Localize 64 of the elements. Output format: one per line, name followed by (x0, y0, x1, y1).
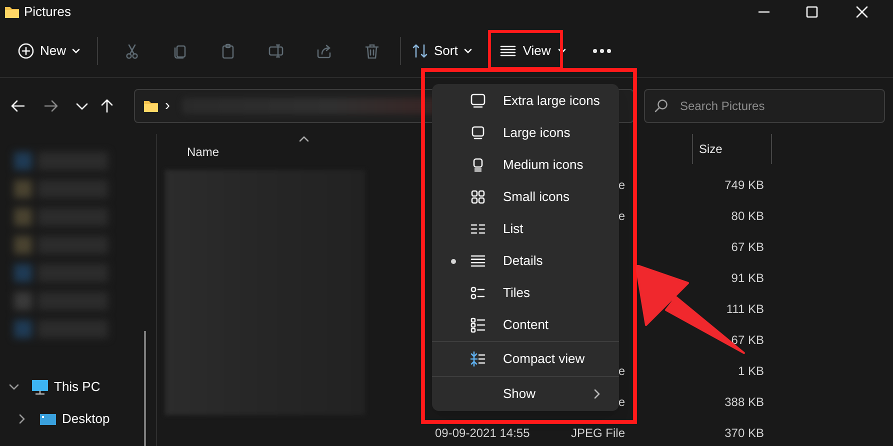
size-cell-text: 388 KB (724, 394, 764, 410)
back-icon (10, 98, 26, 114)
content-icon (470, 317, 486, 333)
folder-icon (143, 98, 159, 114)
menu-item[interactable]: Show (436, 377, 615, 411)
new-button[interactable]: New (15, 34, 84, 66)
menu-item[interactable]: Medium icons (436, 149, 615, 181)
caret-icon (558, 48, 566, 54)
type-cell-text: e (618, 362, 625, 380)
lines-icon (470, 253, 486, 269)
caret-icon (72, 48, 80, 54)
size-cell-text: 370 KB (724, 424, 764, 442)
search-icon (654, 99, 668, 113)
date-cell: 09-09-2021 14:55 (435, 426, 530, 440)
size-cell-text: 67 KB (731, 238, 764, 256)
type-cell-text: e (618, 394, 625, 410)
monitor-icon (31, 379, 49, 395)
type-cell-text: JPEG File (570, 424, 625, 442)
more-icon (592, 48, 611, 52)
menu-item[interactable]: Content (436, 309, 615, 341)
tiles-icon (470, 285, 486, 301)
column-header[interactable]: Name (157, 140, 429, 164)
menu-item[interactable]: List (436, 213, 615, 245)
trash-icon (364, 42, 380, 58)
type-cell-text: e (618, 176, 625, 194)
menu-item[interactable]: Tiles (436, 277, 615, 309)
maximize-icon[interactable] (806, 6, 818, 18)
breadcrumb-separator: › (165, 96, 170, 116)
size-cell-text: 67 KB (731, 332, 764, 348)
size-cell-text: 80 KB (731, 208, 764, 224)
sort-icon (412, 42, 428, 58)
menu-item[interactable]: Details (436, 245, 615, 277)
menu-item[interactable]: Small icons (436, 181, 615, 213)
rename-icon (268, 42, 284, 58)
clipboard-icon (220, 42, 236, 58)
monitor-icon (470, 125, 486, 141)
size-cell-text: 749 KB (724, 176, 764, 194)
size-cell-text: 91 KB (731, 270, 764, 286)
up-icon (99, 98, 115, 114)
menu-item[interactable]: Compact view (436, 342, 615, 376)
size-cell-text: 1 KB (738, 362, 764, 380)
lines-icon (500, 44, 516, 56)
search-field[interactable]: Search Pictures (644, 89, 885, 123)
copy-icon (172, 42, 188, 58)
compact-icon (470, 351, 486, 367)
share-icon (316, 42, 332, 58)
caret-icon (464, 48, 472, 54)
window-title: Pictures (24, 3, 71, 22)
size-cell-text: 111 KB (726, 300, 764, 318)
tree-item[interactable]: This PC (0, 371, 156, 403)
view-button[interactable]: View (496, 34, 569, 66)
close-icon[interactable] (856, 6, 868, 18)
chevron-right-icon (593, 388, 601, 400)
grid-icon (470, 189, 486, 205)
type-cell-text: e (618, 208, 625, 224)
desktop-icon (39, 412, 57, 426)
sort-button[interactable]: Sort (409, 34, 475, 66)
forward-icon (43, 98, 59, 114)
scissors-icon (124, 42, 140, 58)
tree-item[interactable]: Desktop (0, 403, 156, 435)
monitor-icon (470, 93, 486, 109)
plus-icon (18, 42, 34, 58)
folder-icon (4, 4, 20, 20)
column-header[interactable]: Size (692, 134, 772, 164)
